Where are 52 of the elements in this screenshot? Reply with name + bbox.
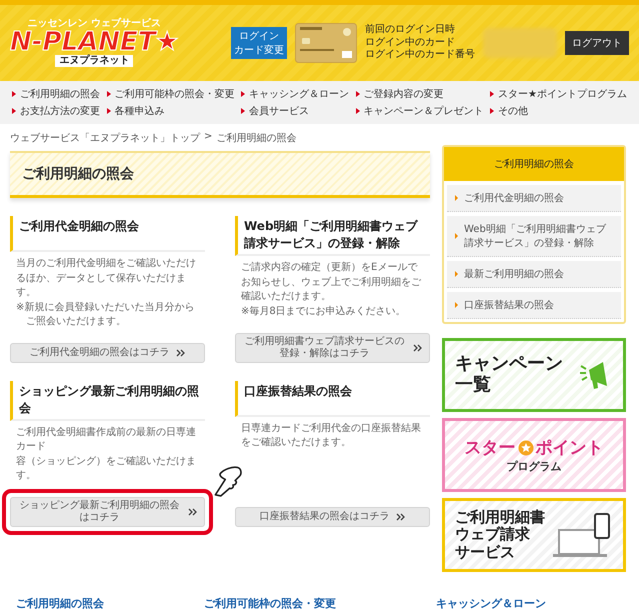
nav-link[interactable]: スター★ポイントプログラム bbox=[490, 87, 627, 101]
nav-link[interactable]: 会員サービス bbox=[241, 104, 349, 118]
laptop-phone-icon bbox=[551, 512, 613, 558]
link-button[interactable]: ショッピング最新ご利用明細の照会はコチラ bbox=[10, 496, 205, 526]
promo-banner[interactable]: ご利用明細書 ウェブ請求 サービス bbox=[442, 498, 626, 572]
section-text: ご請求内容の確定（更新）をEメールでお知らせし、ウェブ上でご利用明細をご確認いただけます。 bbox=[241, 261, 422, 304]
sidebar-link[interactable]: 最新ご利用明細の照会 bbox=[447, 261, 621, 288]
promo-banner[interactable]: キャンペーン 一覧 bbox=[442, 338, 626, 412]
sidebar-title: ご利用明細の照会 bbox=[444, 147, 624, 181]
footer-link[interactable]: ご利用明細の照会 bbox=[16, 596, 104, 611]
section-text: ※新規に会員登録いただいた当月分からご照会いただけます。 bbox=[16, 300, 196, 329]
section-title: Web明細「ご利用明細書ウェブ請求サービス」の登録・解除 bbox=[235, 216, 430, 256]
nav-link[interactable]: ご登録内容の変更 bbox=[356, 87, 484, 101]
sidebar-link[interactable]: 口座振替結果の照会 bbox=[447, 292, 621, 319]
nav-link[interactable]: キャッシング＆ローン bbox=[241, 87, 349, 101]
breadcrumb-separator: > bbox=[204, 131, 212, 144]
nav-link[interactable]: キャンペーン＆プレゼント bbox=[356, 104, 484, 118]
section-text: ※毎月8日までにお申込みください。 bbox=[241, 304, 407, 318]
section-title: ショッピング最新ご利用明細の照会 bbox=[10, 380, 205, 420]
nav-link[interactable]: 各種申込み bbox=[106, 104, 234, 118]
credit-card-drawing bbox=[295, 23, 357, 63]
double-chevron-icon bbox=[396, 512, 406, 520]
login-card-change-button[interactable]: ログイン カード変更 bbox=[231, 27, 287, 59]
double-chevron-icon bbox=[188, 508, 198, 516]
link-button[interactable]: ご利用明細書ウェブ請求サービスの登録・解除はコチラ bbox=[235, 332, 430, 362]
sidebar-link[interactable]: ご利用代金明細の照会 bbox=[447, 185, 621, 212]
nav-link[interactable]: お支払方法の変更 bbox=[12, 104, 100, 118]
section-title: 口座振替結果の照会 bbox=[235, 380, 430, 416]
link-button[interactable]: ご利用代金明細の照会はコチラ bbox=[10, 342, 205, 362]
account-info-label: ログイン中のカード bbox=[365, 36, 456, 48]
sidebar-link[interactable]: Web明細「ご利用明細書ウェブ請求サービス」の登録・解除 bbox=[447, 216, 621, 257]
link-button[interactable]: 口座振替結果の照会はコチラ bbox=[235, 506, 430, 526]
nav-link[interactable]: ご利用可能枠の照会・変更 bbox=[106, 87, 234, 101]
nav-link[interactable]: その他 bbox=[490, 104, 627, 118]
section-text: 日専連カードご利用代金の口座振替結果をご確認いただけます。 bbox=[241, 422, 422, 450]
footer-link[interactable]: ご利用可能枠の照会・変更 bbox=[204, 596, 336, 611]
account-info-label: 前回のログイン日時 bbox=[365, 24, 456, 36]
section-title: ご利用代金明細の照会 bbox=[10, 216, 205, 252]
double-chevron-icon bbox=[176, 348, 186, 356]
page-title: ご利用明細の照会 bbox=[10, 151, 430, 198]
section-text: ご利用代金明細書作成前の最新の日専連カード bbox=[16, 426, 197, 454]
section-text: 当月のご利用代金明細をご確認いただけるほか、データとして保存いただけます。 bbox=[16, 257, 197, 300]
footer-link[interactable]: キャッシング＆ローン bbox=[436, 596, 546, 611]
breadcrumb-current: ご利用明細の照会 bbox=[216, 132, 296, 145]
logout-button[interactable]: ログアウト bbox=[565, 31, 629, 55]
logo[interactable]: ニッセンレン ウェブサービス N-PLANET★ エヌプラネット bbox=[10, 19, 179, 67]
promo-banner[interactable]: スター ポイント プログラム bbox=[442, 418, 626, 492]
nav-link[interactable]: ご利用明細の照会 bbox=[12, 87, 100, 101]
breadcrumb-link[interactable]: ウェブサービス「エヌプラネット」トップ bbox=[10, 131, 200, 145]
section-text: 容（ショッピング）をご確認いただけます。 bbox=[16, 454, 197, 483]
account-info-label: ログイン中のカード番号 bbox=[365, 49, 475, 62]
double-chevron-icon bbox=[413, 344, 423, 352]
